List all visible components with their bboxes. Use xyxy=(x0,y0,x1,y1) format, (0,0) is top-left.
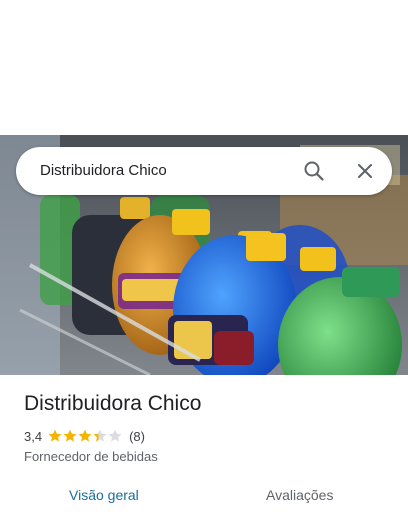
tab-overview[interactable]: Visão geral xyxy=(69,476,139,510)
star-icon xyxy=(108,429,122,442)
rating-stars xyxy=(48,429,123,443)
review-count[interactable]: (8) xyxy=(129,429,145,444)
tab-bar: Visão geral Avaliações xyxy=(0,476,408,510)
tab-reviews[interactable]: Avaliações xyxy=(266,476,333,510)
rating-value: 3,4 xyxy=(24,428,43,444)
search-input[interactable]: Distribuidora Chico xyxy=(40,147,167,195)
search-button[interactable] xyxy=(294,147,334,195)
close-button[interactable] xyxy=(345,147,385,195)
star-icon xyxy=(78,429,92,442)
close-icon xyxy=(358,164,372,178)
search-icon xyxy=(304,161,324,181)
star-icon xyxy=(48,429,62,442)
top-blank-area xyxy=(0,0,408,135)
star-icon xyxy=(63,429,77,442)
place-category: Fornecedor de bebidas xyxy=(24,449,158,464)
star-icon xyxy=(93,429,107,442)
place-name: Distribuidora Chico xyxy=(24,392,202,415)
rating-row[interactable]: 3,4 (8) xyxy=(24,427,145,445)
search-bar[interactable]: Distribuidora Chico xyxy=(16,147,392,195)
